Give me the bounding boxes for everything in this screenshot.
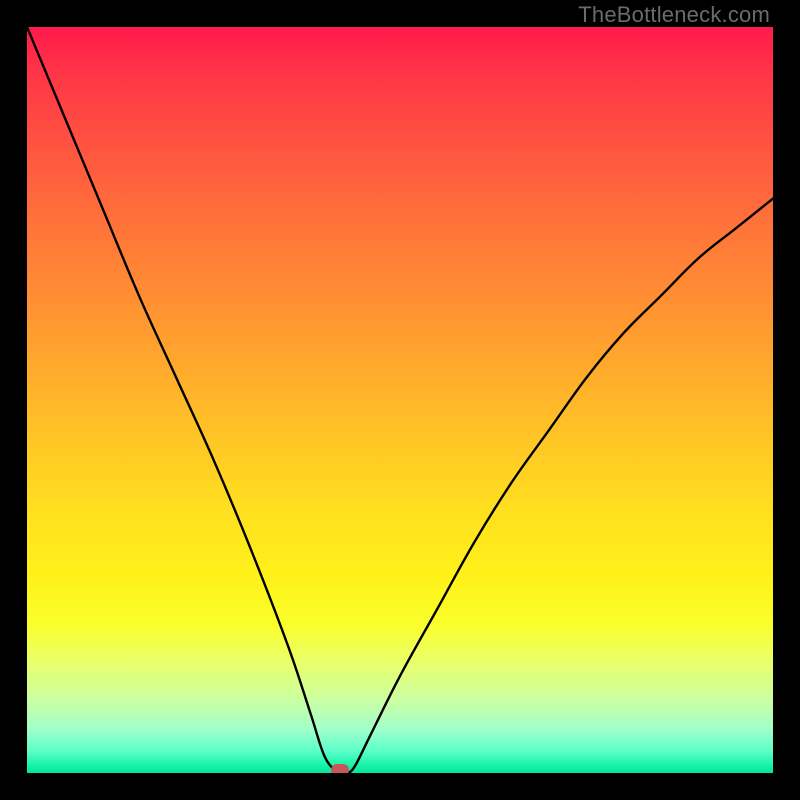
chart-frame: TheBottleneck.com — [0, 0, 800, 800]
plot-area — [27, 27, 773, 773]
watermark-text: TheBottleneck.com — [578, 2, 770, 28]
bottleneck-curve — [27, 27, 773, 773]
optimal-point-marker — [331, 764, 349, 773]
